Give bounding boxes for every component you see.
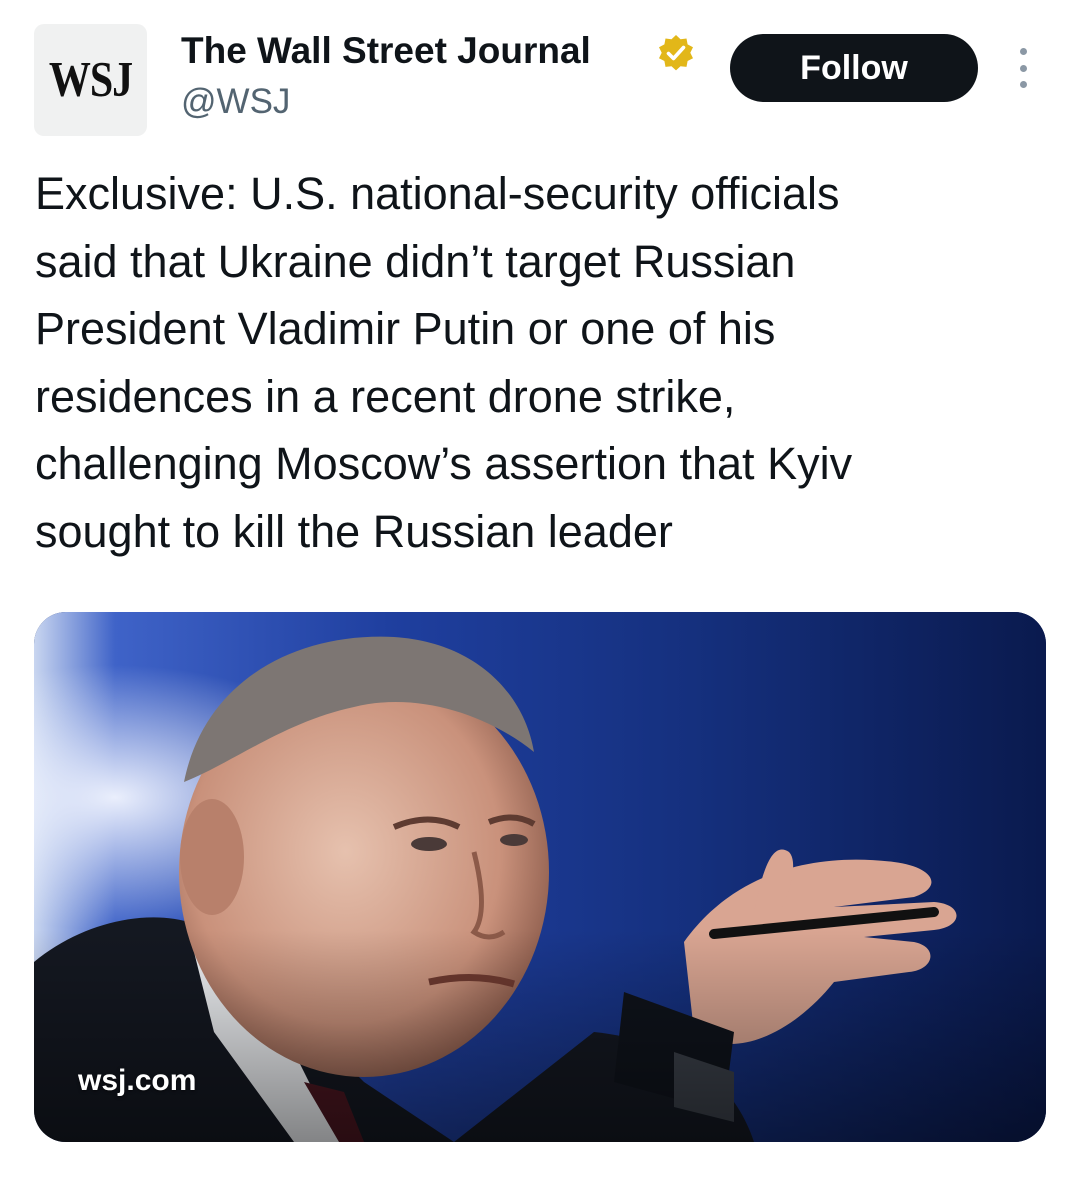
verified-badge-icon: [659, 35, 693, 71]
account-handle[interactable]: @WSJ: [181, 80, 290, 124]
link-card-image[interactable]: wsj.com: [34, 612, 1046, 1142]
link-domain-label: wsj.com: [78, 1064, 197, 1097]
account-name[interactable]: The Wall Street Journal: [181, 28, 591, 74]
account-avatar[interactable]: WSJ: [34, 24, 147, 136]
follow-button[interactable]: Follow: [730, 34, 978, 102]
more-dot: [1019, 48, 1027, 55]
tweet-text-line: sought to kill the Russian leader: [35, 505, 673, 557]
tweet-text: Exclusive: U.S. national-security offici…: [35, 160, 1045, 565]
more-dot: [1019, 81, 1027, 88]
tweet-card: WSJ The Wall Street Journal @WSJ Follow …: [0, 0, 1080, 1187]
tweet-text-line: said that Ukraine didn’t target Russian: [35, 235, 796, 287]
avatar-logo-text: WSJ: [48, 52, 133, 108]
tweet-text-line: residences in a recent drone strike,: [35, 370, 736, 422]
tweet-text-line: Exclusive: U.S. national-security offici…: [35, 168, 840, 219]
article-photo: [34, 612, 1046, 1142]
tweet-text-line: challenging Moscow’s assertion that Kyiv: [35, 438, 853, 489]
more-dot: [1019, 64, 1027, 72]
tweet-text-line: President Vladimir Putin or one of his: [35, 303, 776, 354]
more-vertical-icon[interactable]: [1006, 48, 1040, 88]
